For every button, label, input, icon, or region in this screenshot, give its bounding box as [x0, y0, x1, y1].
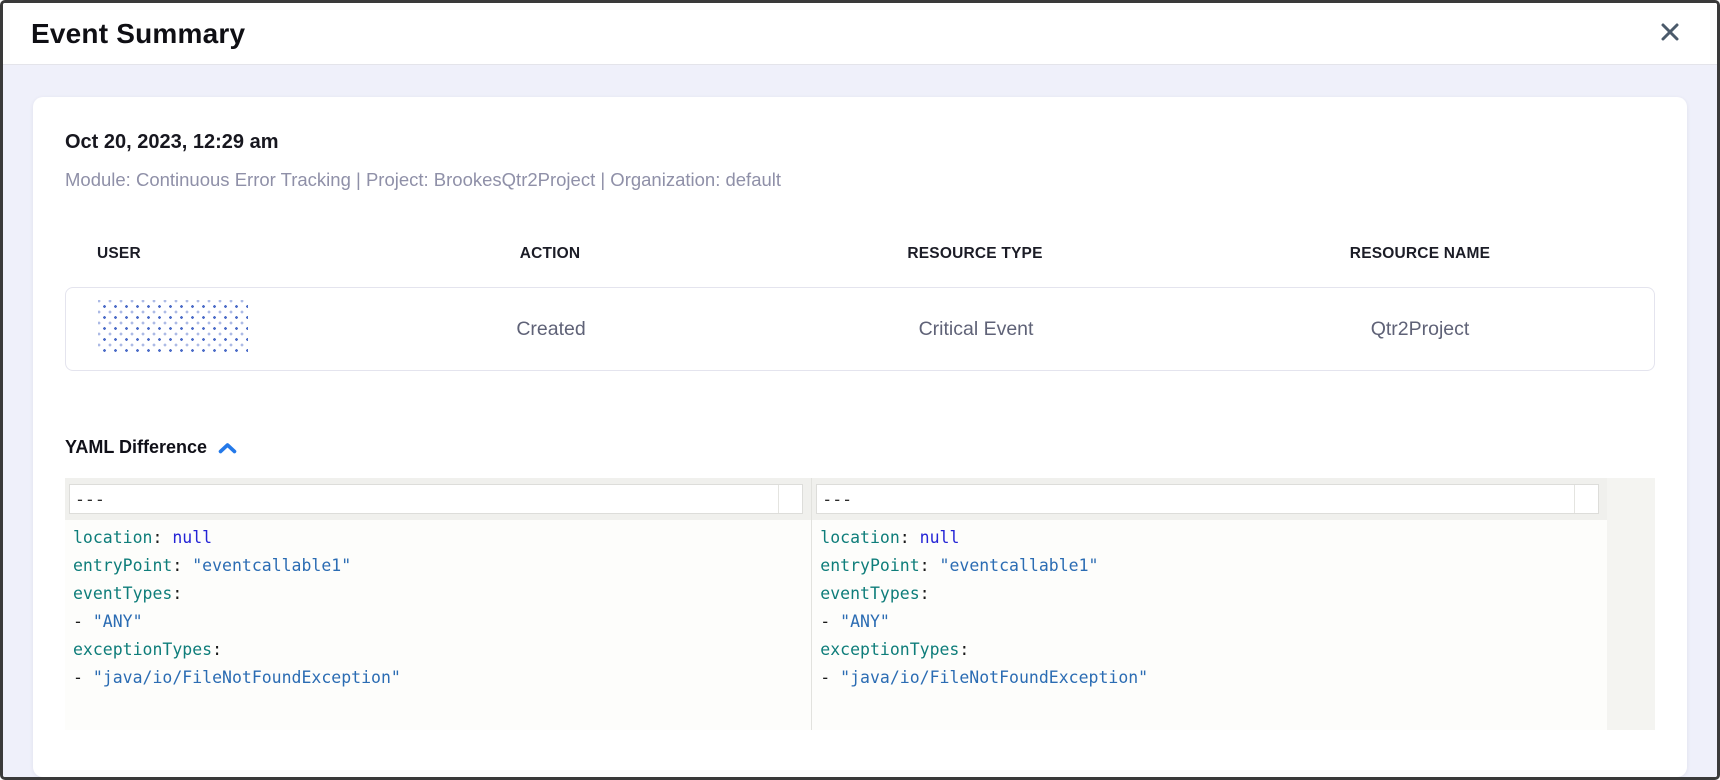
- yaml-line: location: null: [65, 524, 811, 552]
- user-redacted-pattern: [98, 300, 248, 352]
- table-row: Created Critical Event Qtr2Project: [65, 287, 1655, 371]
- diff-right-code: location: nullentryPoint: "eventcallable…: [812, 520, 1607, 704]
- action-cell: Created: [336, 318, 766, 341]
- diff-pane-right[interactable]: --- location: nullentryPoint: "eventcall…: [812, 478, 1655, 730]
- event-summary-modal: Event Summary Oct 20, 2023, 12:29 am Mod…: [0, 0, 1720, 780]
- yaml-difference-toggle[interactable]: YAML Difference: [65, 437, 238, 458]
- diff-left-code: location: nullentryPoint: "eventcallable…: [65, 520, 811, 704]
- yaml-line: - "java/io/FileNotFoundException": [812, 664, 1607, 692]
- modal-body: Oct 20, 2023, 12:29 am Module: Continuou…: [3, 65, 1717, 777]
- yaml-line: entryPoint: "eventcallable1": [812, 552, 1607, 580]
- marker-end-cell: [778, 485, 802, 513]
- yaml-difference-label: YAML Difference: [65, 437, 207, 458]
- column-header-resource-name: RESOURCE NAME: [1185, 245, 1655, 263]
- diff-right-marker-box: ---: [816, 484, 1599, 514]
- event-meta: Module: Continuous Error Tracking | Proj…: [65, 169, 1655, 191]
- diff-right-content: --- location: nullentryPoint: "eventcall…: [812, 478, 1607, 730]
- yaml-line: entryPoint: "eventcallable1": [65, 552, 811, 580]
- event-card: Oct 20, 2023, 12:29 am Module: Continuou…: [33, 97, 1687, 777]
- marker-end-cell: [1574, 485, 1598, 513]
- close-icon: [1659, 21, 1681, 46]
- chevron-up-icon[interactable]: [217, 439, 238, 456]
- diff-scrollbar-track[interactable]: [1607, 478, 1655, 730]
- yaml-line: - "ANY": [812, 608, 1607, 636]
- table-header: USER ACTION RESOURCE TYPE RESOURCE NAME: [65, 245, 1655, 263]
- yaml-line: - "ANY": [65, 608, 811, 636]
- yaml-line: exceptionTypes:: [65, 636, 811, 664]
- column-header-resource-type: RESOURCE TYPE: [765, 245, 1185, 263]
- resource-type-cell: Critical Event: [766, 318, 1186, 341]
- modal-titlebar: Event Summary: [3, 3, 1717, 65]
- document-start-marker: ---: [817, 490, 1574, 509]
- diff-pane-left[interactable]: --- location: nullentryPoint: "eventcall…: [65, 478, 812, 730]
- diff-right-marker-row: ---: [812, 478, 1607, 520]
- modal-title: Event Summary: [31, 18, 245, 50]
- yaml-line: - "java/io/FileNotFoundException": [65, 664, 811, 692]
- yaml-line: location: null: [812, 524, 1607, 552]
- resource-name-cell: Qtr2Project: [1186, 318, 1654, 341]
- yaml-line: exceptionTypes:: [812, 636, 1607, 664]
- yaml-line: eventTypes:: [812, 580, 1607, 608]
- column-header-user: USER: [65, 245, 335, 263]
- yaml-line: eventTypes:: [65, 580, 811, 608]
- diff-left-marker-row: ---: [65, 478, 811, 520]
- yaml-diff-viewer: --- location: nullentryPoint: "eventcall…: [65, 478, 1655, 730]
- diff-left-marker-box: ---: [69, 484, 803, 514]
- document-start-marker: ---: [70, 490, 778, 509]
- column-header-action: ACTION: [335, 245, 765, 263]
- user-cell: [66, 300, 336, 358]
- close-button[interactable]: [1653, 17, 1687, 51]
- event-timestamp: Oct 20, 2023, 12:29 am: [65, 131, 1655, 154]
